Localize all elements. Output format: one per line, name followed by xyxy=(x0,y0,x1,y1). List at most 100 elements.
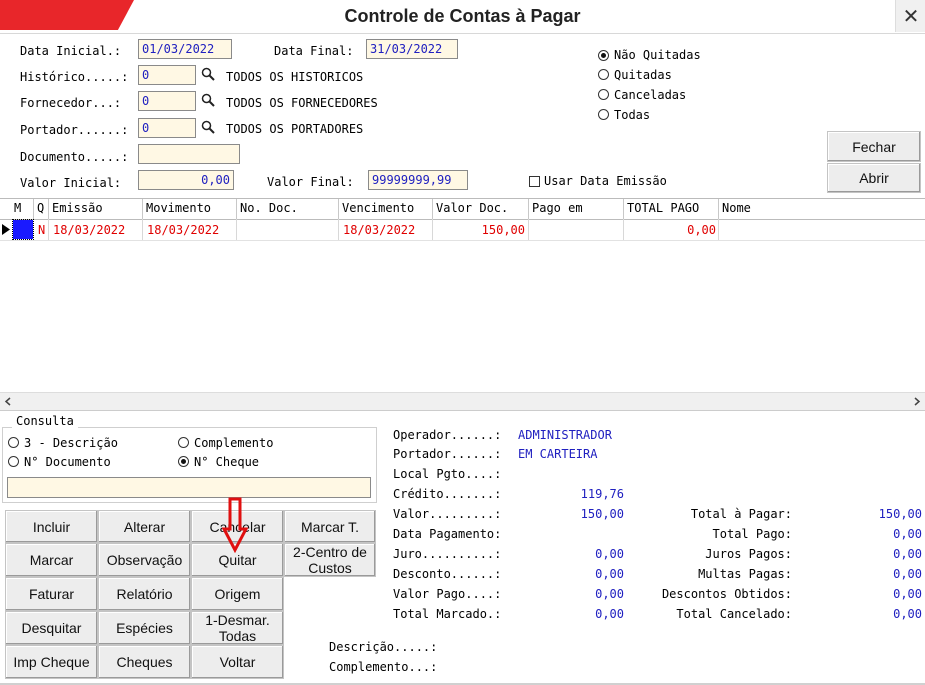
cell-valor-doc: 150,00 xyxy=(481,223,525,237)
radio-nao-quitadas-label: Não Quitadas xyxy=(614,48,701,62)
portador-info-value: EM CARTEIRA xyxy=(518,447,598,461)
operador-value: ADMINISTRADOR xyxy=(518,428,612,442)
col-header-vencimento[interactable]: Vencimento xyxy=(342,201,414,215)
window-title: Controle de Contas à Pagar xyxy=(344,6,581,26)
radio-descricao[interactable] xyxy=(8,437,19,448)
juros-pagos-value: 0,00 xyxy=(893,547,922,561)
historico-desc: TODOS OS HISTORICOS xyxy=(226,70,364,84)
search-icon[interactable] xyxy=(201,93,215,107)
col-header-pago-em[interactable]: Pago em xyxy=(532,201,583,215)
relatorio-button[interactable]: Relatório xyxy=(98,577,191,611)
radio-todas[interactable] xyxy=(598,109,609,120)
radio-canceladas-label: Canceladas xyxy=(614,88,687,102)
credito-value: 119,76 xyxy=(580,487,624,501)
search-icon[interactable] xyxy=(201,67,215,81)
radio-n-cheque-label: N° Cheque xyxy=(194,455,260,469)
local-pgto-label: Local Pgto....: xyxy=(393,467,502,481)
voltar-button[interactable]: Voltar xyxy=(191,645,284,679)
observacao-button[interactable]: Observação xyxy=(98,543,191,577)
fechar-button[interactable]: Fechar xyxy=(827,131,921,162)
col-header-valor-doc[interactable]: Valor Doc. xyxy=(436,201,508,215)
radio-todas-label: Todas xyxy=(614,108,651,122)
data-final-label: Data Final: xyxy=(274,44,354,58)
radio-nao-quitadas[interactable] xyxy=(598,50,609,61)
close-button[interactable]: ✕ xyxy=(895,0,925,32)
marcar-todos-button[interactable]: Marcar T. xyxy=(284,510,376,543)
cell-vencimento: 18/03/2022 xyxy=(343,223,416,237)
total-a-pagar-value: 150,00 xyxy=(878,507,922,521)
historico-field[interactable]: 0 xyxy=(138,65,196,85)
portador-field[interactable]: 0 xyxy=(138,118,196,138)
total-cancelado-label: Total Cancelado: xyxy=(676,607,792,621)
valor-inicial-field[interactable]: 0,00 xyxy=(138,170,234,190)
portador-info-label: Portador......: xyxy=(393,447,502,461)
total-marcado-value: 0,00 xyxy=(595,607,624,621)
radio-n-documento-label: N° Documento xyxy=(24,455,111,469)
radio-n-documento[interactable] xyxy=(8,456,19,467)
valor-final-label: Valor Final: xyxy=(267,175,354,189)
grid-header: M Q Emissão Movimento No. Doc. Venciment… xyxy=(0,198,925,220)
consulta-search-input[interactable] xyxy=(7,477,371,498)
alterar-button[interactable]: Alterar xyxy=(98,510,191,543)
descontos-obtidos-label: Descontos Obtidos: xyxy=(661,587,792,601)
cell-q: N xyxy=(38,223,46,237)
fornecedor-desc: TODOS OS FORNECEDORES xyxy=(226,96,378,110)
horizontal-scrollbar[interactable] xyxy=(0,392,925,411)
usar-data-emissao-label: Usar Data Emissão xyxy=(544,174,667,188)
row-mark-cell[interactable] xyxy=(12,219,34,240)
fornecedor-field[interactable]: 0 xyxy=(138,91,196,111)
desmarcar-todas-button[interactable]: 1-Desmar. Todas xyxy=(191,611,284,645)
col-header-emissao[interactable]: Emissão xyxy=(52,201,103,215)
marcar-button[interactable]: Marcar xyxy=(5,543,98,577)
cheques-button[interactable]: Cheques xyxy=(98,645,191,679)
data-inicial-field[interactable]: 01/03/2022 xyxy=(138,39,232,59)
col-header-movimento[interactable]: Movimento xyxy=(146,201,211,215)
consulta-title: Consulta xyxy=(12,414,78,428)
cell-movimento: 18/03/2022 xyxy=(147,223,220,237)
col-header-nome[interactable]: Nome xyxy=(722,201,751,215)
imp-cheque-button[interactable]: Imp Cheque xyxy=(5,645,98,679)
multas-pagas-label: Multas Pagas: xyxy=(698,567,792,581)
multas-pagas-value: 0,00 xyxy=(893,567,922,581)
data-pagamento-label: Data Pagamento: xyxy=(393,527,502,541)
scroll-right-icon[interactable] xyxy=(913,397,921,406)
col-header-q[interactable]: Q xyxy=(37,201,44,215)
down-arrow-annotation-icon xyxy=(222,497,248,553)
radio-n-cheque[interactable] xyxy=(178,456,189,467)
descricao-label: Descrição.....: xyxy=(329,640,438,654)
documento-field[interactable] xyxy=(138,144,240,164)
juro-label: Juro..........: xyxy=(393,547,502,561)
radio-quitadas-label: Quitadas xyxy=(614,68,672,82)
radio-complemento[interactable] xyxy=(178,437,189,448)
credito-label: Crédito.......: xyxy=(393,487,502,501)
valor-pago-value: 0,00 xyxy=(595,587,624,601)
portador-label: Portador......: xyxy=(20,123,129,137)
radio-canceladas[interactable] xyxy=(598,89,609,100)
total-a-pagar-label: Total à Pagar: xyxy=(690,507,792,521)
desconto-value: 0,00 xyxy=(595,567,624,581)
radio-descricao-label: 3 - Descrição xyxy=(24,436,118,450)
col-header-total-pago[interactable]: TOTAL PAGO xyxy=(627,201,699,215)
centro-de-custos-button[interactable]: 2-Centro de Custos xyxy=(284,543,376,577)
faturar-button[interactable]: Faturar xyxy=(5,577,98,611)
valor-final-field[interactable]: 99999999,99 xyxy=(368,170,468,190)
scroll-left-icon[interactable] xyxy=(4,397,12,406)
close-icon[interactable]: ✕ xyxy=(903,4,920,28)
operador-label: Operador......: xyxy=(393,428,502,442)
historico-label: Histórico.....: xyxy=(20,70,129,84)
search-icon[interactable] xyxy=(201,120,215,134)
origem-button[interactable]: Origem xyxy=(191,577,284,611)
abrir-button[interactable]: Abrir xyxy=(827,163,921,193)
col-header-m[interactable]: M xyxy=(14,201,21,215)
usar-data-emissao-checkbox[interactable] xyxy=(529,176,540,187)
desquitar-button[interactable]: Desquitar xyxy=(5,611,98,645)
valor-value: 150,00 xyxy=(580,507,624,521)
data-final-field[interactable]: 31/03/2022 xyxy=(366,39,458,59)
juros-pagos-label: Juros Pagos: xyxy=(705,547,792,561)
radio-quitadas[interactable] xyxy=(598,69,609,80)
valor-pago-label: Valor Pago....: xyxy=(393,587,502,601)
especies-button[interactable]: Espécies xyxy=(98,611,191,645)
incluir-button[interactable]: Incluir xyxy=(5,510,98,543)
cell-total-pago: 0,00 xyxy=(687,223,716,237)
col-header-no-doc[interactable]: No. Doc. xyxy=(240,201,298,215)
